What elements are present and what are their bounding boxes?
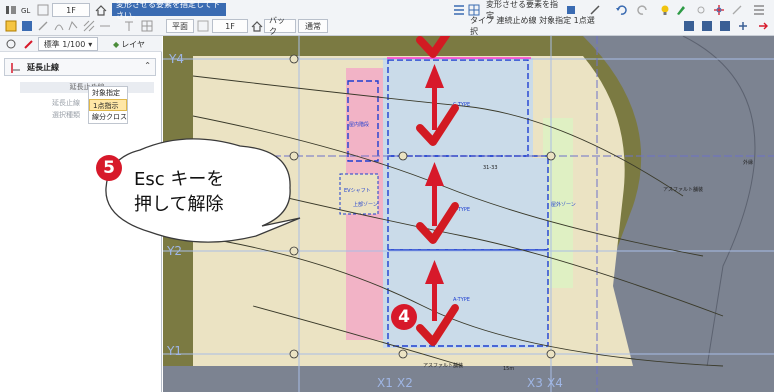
callout-line-1: Esc キーを xyxy=(134,169,225,190)
callout-bubble xyxy=(105,138,301,243)
callout-line-2: 押して解除 xyxy=(134,194,224,215)
step-5-badge: 5 xyxy=(96,155,122,181)
step-4-badge: 4 xyxy=(391,304,417,330)
